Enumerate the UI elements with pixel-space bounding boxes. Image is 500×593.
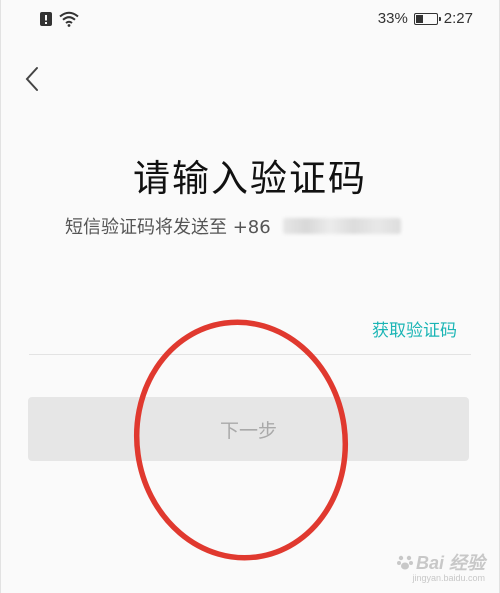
paw-icon — [396, 555, 413, 570]
code-input-row: 获取验证码 — [29, 300, 471, 355]
battery-percent: 33% — [377, 10, 408, 27]
phone-screen: 33% 2:27 请输入验证码 短信验证码将发送至 +86 获取验证码 下一步 — [0, 0, 500, 593]
battery-icon — [413, 12, 441, 25]
wifi-icon — [59, 11, 79, 31]
red-circle-annotation — [133, 319, 349, 561]
back-button[interactable] — [17, 62, 47, 96]
status-bar: 33% 2:27 — [1, 0, 499, 40]
status-left — [39, 11, 79, 31]
baidu-watermark: Bai 经验 jingyan.baidu.com — [396, 549, 485, 583]
verification-code-input[interactable] — [29, 310, 333, 346]
watermark-url: jingyan.baidu.com — [412, 573, 485, 583]
next-step-button[interactable]: 下一步 — [28, 397, 469, 461]
chevron-left-icon — [25, 67, 38, 91]
watermark-brand-text: Bai 经验 — [415, 553, 485, 573]
status-right: 33% 2:27 — [378, 10, 473, 27]
watermark-brand: Bai 经验 — [396, 549, 485, 575]
alert-sim-icon — [39, 11, 53, 31]
masked-phone-number — [282, 218, 401, 234]
get-code-button[interactable]: 获取验证码 — [372, 316, 457, 341]
sms-hint: 短信验证码将发送至 +86 — [65, 213, 401, 239]
page-title: 请输入验证码 — [133, 157, 367, 200]
battery-fill — [415, 14, 424, 23]
sms-hint-text: 短信验证码将发送至 +86 — [65, 217, 271, 238]
status-time: 2:27 — [443, 10, 473, 27]
